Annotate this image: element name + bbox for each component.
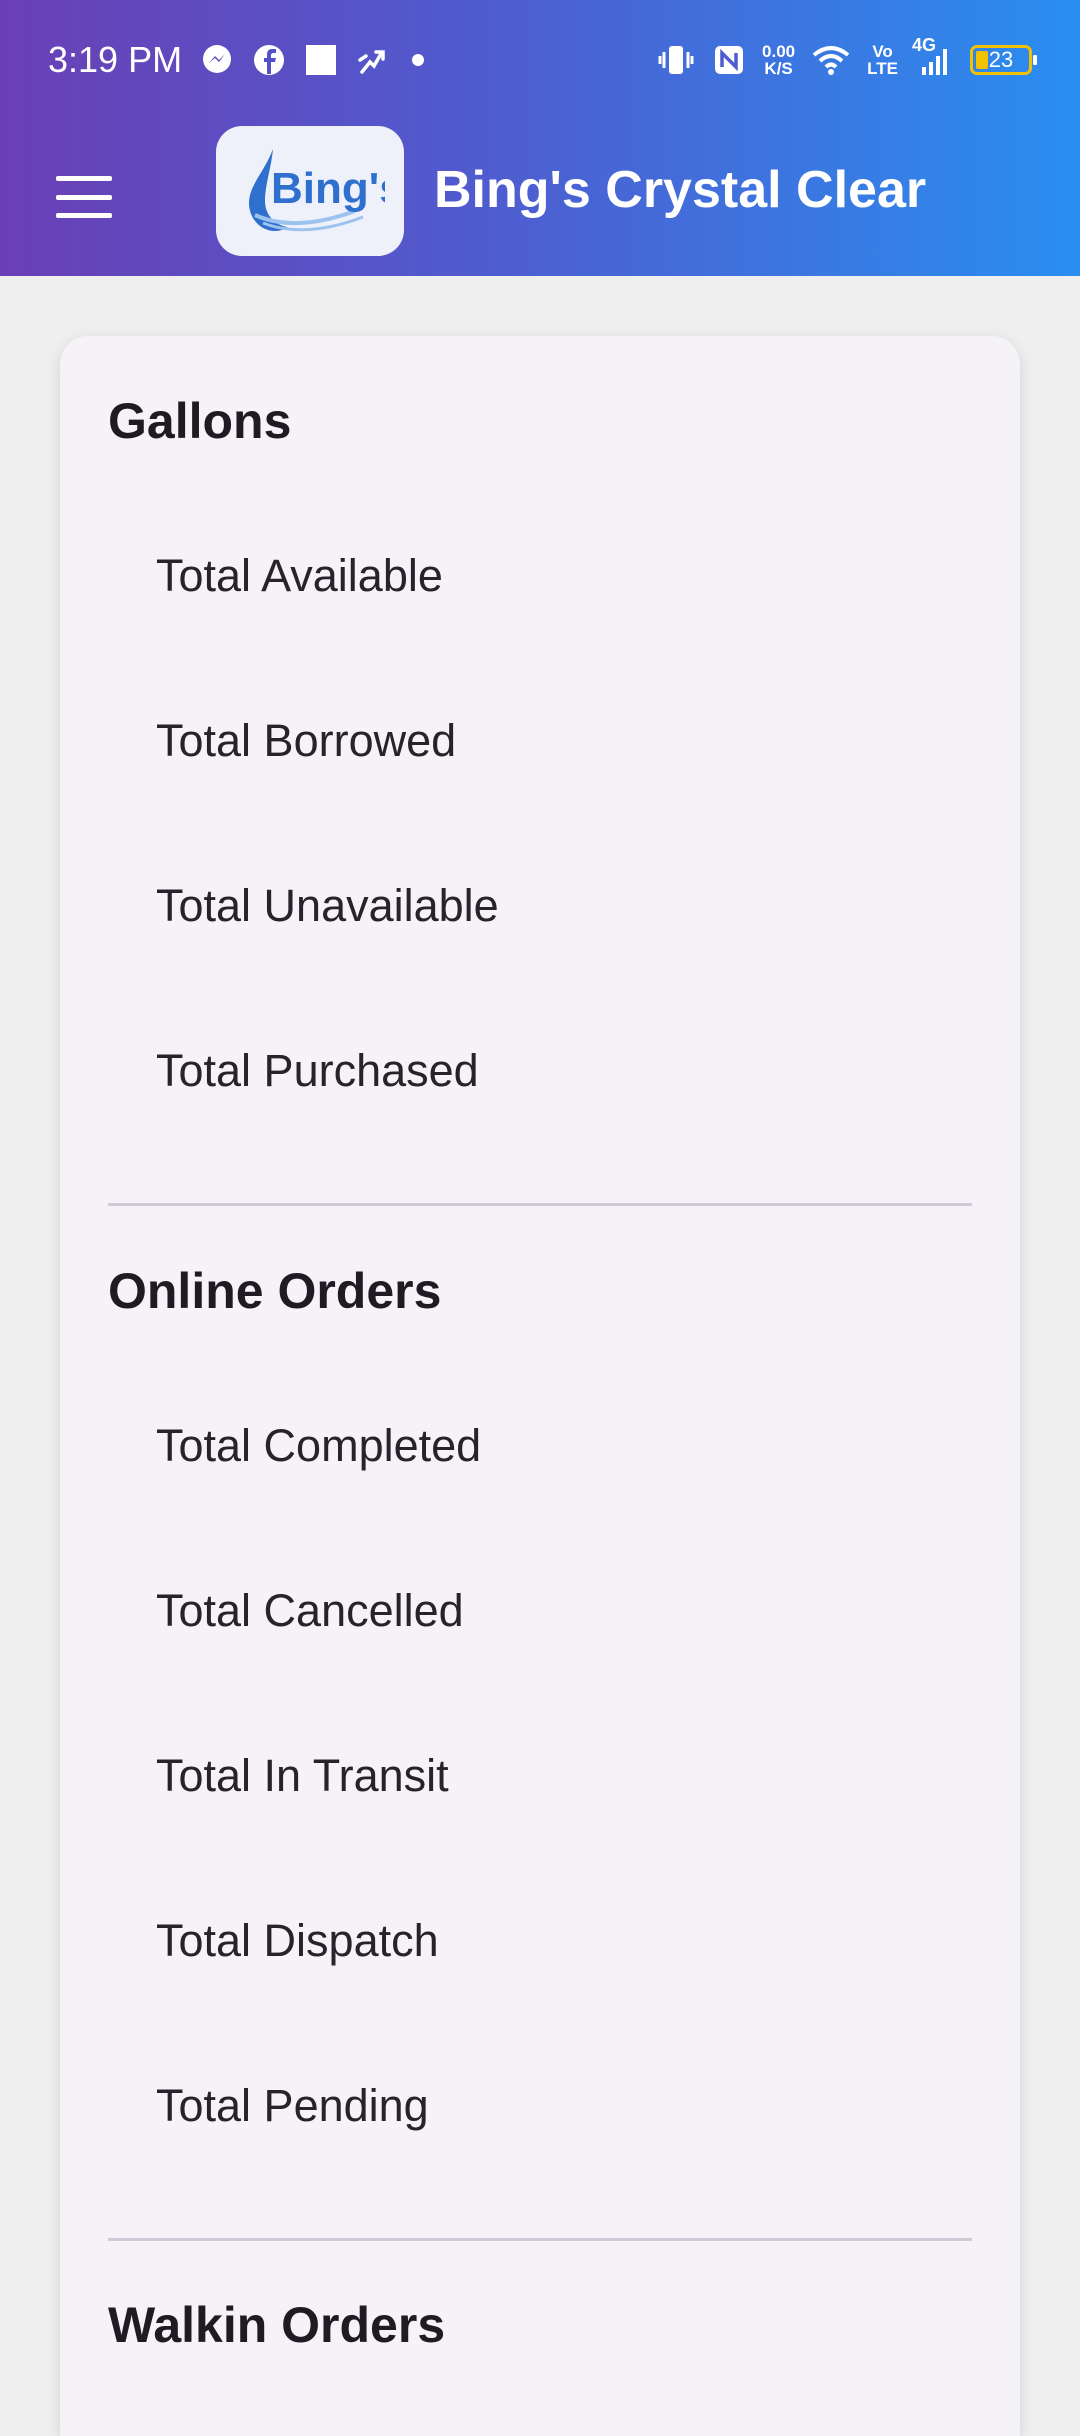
status-left: 3:19 PM bbox=[48, 39, 426, 81]
dashboard-card: Gallons Total Available Total Borrowed T… bbox=[60, 336, 1020, 2436]
signal-type: 4G bbox=[912, 35, 937, 55]
app-bar: Bing's Bing's Crystal Clear bbox=[0, 120, 1080, 276]
section-title-gallons: Gallons bbox=[108, 393, 292, 449]
section-title-walkin-orders: Walkin Orders bbox=[108, 2297, 446, 2353]
network-speed-value: 0.00 bbox=[762, 42, 796, 61]
app-logo: Bing's bbox=[216, 126, 404, 256]
logo-text: Bing's bbox=[271, 164, 385, 213]
nfc-icon bbox=[712, 43, 746, 77]
list-item-total-pending[interactable]: Total Pending bbox=[156, 2080, 429, 2132]
network-speed-unit: K/S bbox=[764, 59, 793, 78]
menu-icon-line bbox=[56, 213, 112, 218]
status-time: 3:19 PM bbox=[48, 39, 183, 80]
menu-icon-line bbox=[56, 194, 112, 200]
water-drop-logo-icon: Bing's bbox=[249, 149, 385, 232]
network-speed: 0.00 K/S bbox=[762, 43, 795, 77]
dot-icon bbox=[410, 52, 426, 68]
battery-icon: 23 bbox=[970, 45, 1037, 75]
menu-icon-line bbox=[56, 176, 112, 181]
list-item-total-completed[interactable]: Total Completed bbox=[156, 1420, 481, 1472]
header: 3:19 PM 0.00 K/S Vo LTE 4G 23 Bing' Bing… bbox=[0, 0, 1080, 276]
activity-icon bbox=[356, 42, 392, 78]
wifi-icon bbox=[811, 43, 851, 77]
list-item-total-purchased[interactable]: Total Purchased bbox=[156, 1045, 479, 1097]
volte-bottom: LTE bbox=[867, 59, 898, 78]
menu-button[interactable] bbox=[56, 176, 112, 218]
section-title-online-orders: Online Orders bbox=[108, 1263, 442, 1319]
status-right: 0.00 K/S Vo LTE 4G 23 bbox=[656, 36, 1037, 78]
battery-level: 23 bbox=[988, 47, 1014, 72]
section-divider bbox=[108, 1203, 972, 1206]
vibrate-icon bbox=[656, 42, 696, 78]
messenger-icon bbox=[200, 43, 234, 77]
list-item-total-in-transit[interactable]: Total In Transit bbox=[156, 1750, 449, 1802]
list-item-total-available[interactable]: Total Available bbox=[156, 550, 443, 602]
signal-icon: 4G bbox=[912, 36, 954, 77]
facebook-icon bbox=[252, 43, 286, 77]
list-item-total-cancelled[interactable]: Total Cancelled bbox=[156, 1585, 464, 1637]
list-item-total-unavailable[interactable]: Total Unavailable bbox=[156, 880, 499, 932]
square-icon bbox=[304, 43, 338, 77]
section-divider bbox=[108, 2238, 972, 2241]
list-item-total-borrowed[interactable]: Total Borrowed bbox=[156, 715, 456, 767]
list-item-total-dispatch[interactable]: Total Dispatch bbox=[156, 1915, 439, 1967]
app-title: Bing's Crystal Clear bbox=[434, 161, 927, 219]
volte-indicator: Vo LTE bbox=[867, 43, 898, 77]
volte-top: Vo bbox=[872, 42, 893, 61]
status-bar: 3:19 PM 0.00 K/S Vo LTE 4G 23 bbox=[0, 0, 1080, 120]
